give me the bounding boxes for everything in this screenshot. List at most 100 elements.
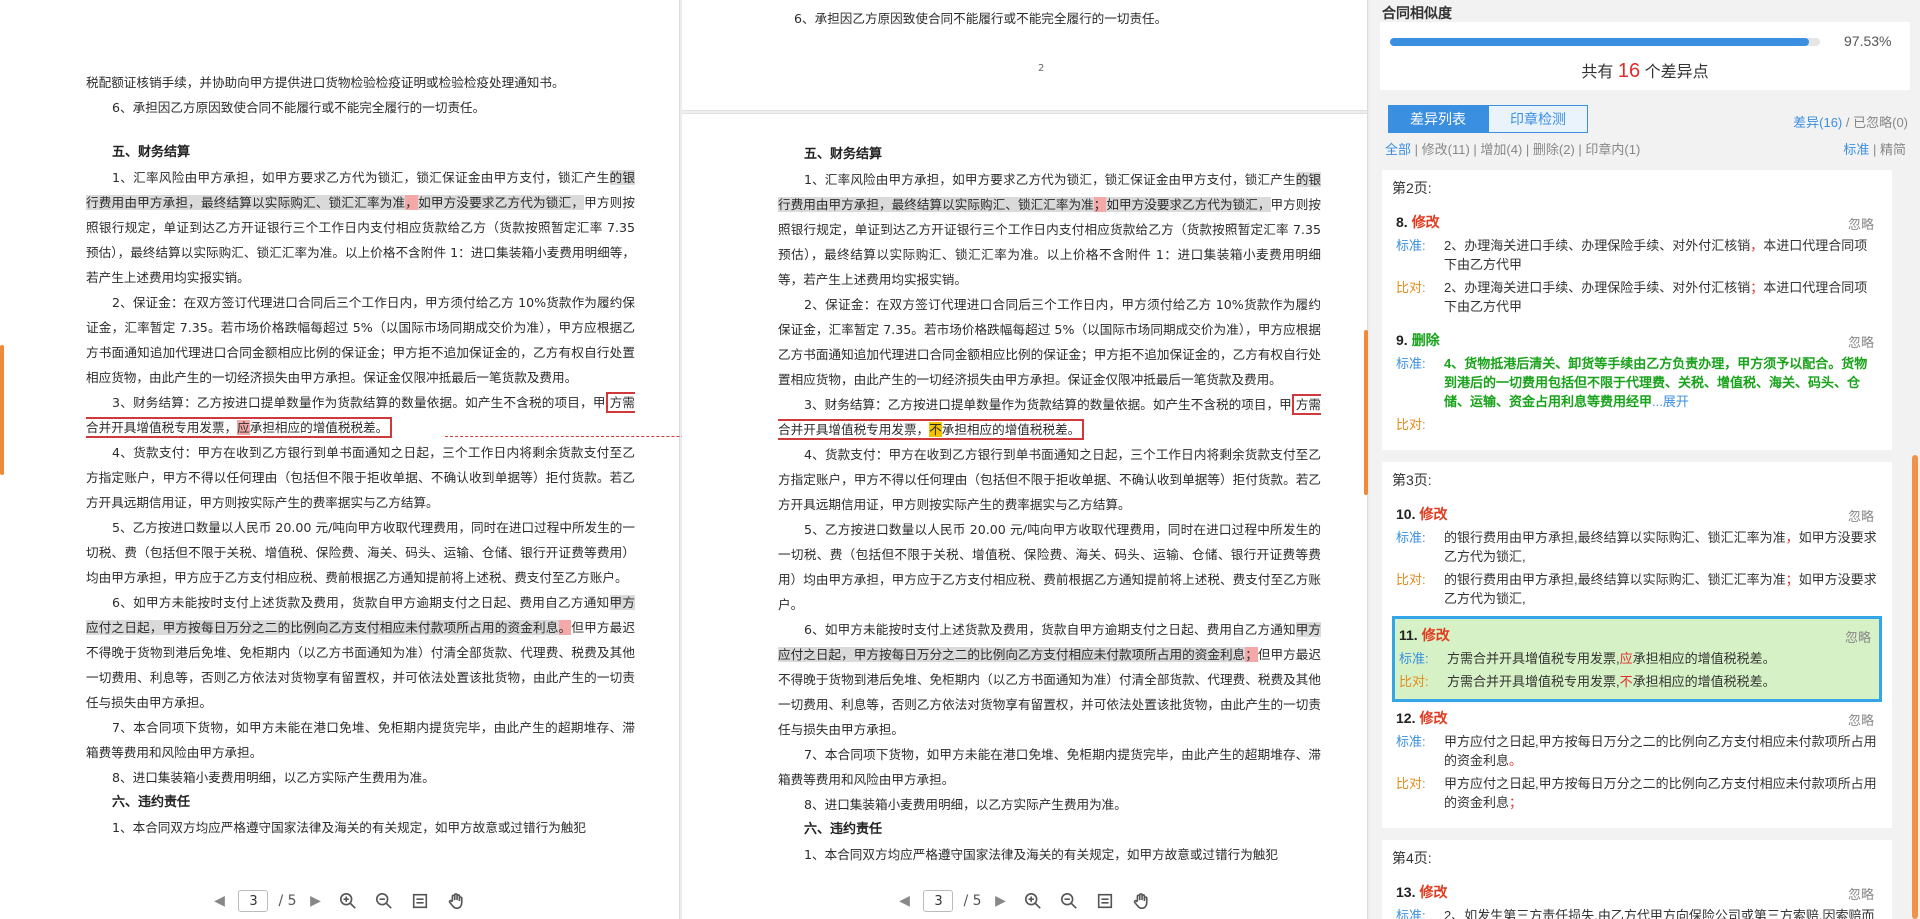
diff-item[interactable]: 12. 修改 忽略 标准: 甲方应付之日起,甲方按每日万分之二的比例向乙方支付相应未… bbox=[1392, 702, 1882, 820]
text: 2、办理海关进口手续、办理保险手续、对外付汇核销 bbox=[1444, 280, 1751, 295]
hand-tool-icon[interactable] bbox=[443, 888, 469, 914]
left-p7: 7、本合同项下货物，如甲方未能在港口免堆、免柜期内提货完毕，由此产生的超期堆存、… bbox=[86, 720, 635, 760]
filter-added[interactable]: 增加(4) bbox=[1480, 142, 1522, 157]
expand-link[interactable]: ...展开 bbox=[1652, 394, 1689, 409]
group-header: 第3页: bbox=[1392, 472, 1432, 488]
ignore-button[interactable]: 忽略 bbox=[1845, 627, 1871, 646]
diff-mark: ； bbox=[1093, 197, 1107, 212]
standard-label: 标准: bbox=[1396, 734, 1426, 749]
diff-item[interactable]: 13. 修改 忽略 标准: 2、如发生第三方责任损失,由乙方代甲方向保险公司或第三方… bbox=[1392, 876, 1882, 919]
compare-label: 比对: bbox=[1396, 572, 1426, 587]
zoom-out-icon[interactable] bbox=[371, 888, 397, 914]
standard-label: 标准: bbox=[1396, 908, 1426, 919]
diff-item[interactable]: 10. 修改 忽略 标准: 的银行费用由甲方承担,最终结算以实际购汇、锁汇汇率为准，… bbox=[1392, 498, 1882, 616]
left-document-viewer[interactable]: 税配额证核销手续，并协助向甲方提供进口货物检验检疫证明或检验检疫处理通知书。 6… bbox=[0, 0, 680, 919]
left-p8: 8、进口集装箱小麦费用明细，以乙方实际产生费用为准。 bbox=[112, 770, 435, 785]
filter-modified[interactable]: 修改(11) bbox=[1422, 142, 1470, 157]
ignore-button[interactable]: 忽略 bbox=[1848, 332, 1874, 351]
filter-all[interactable]: 全部 bbox=[1385, 142, 1411, 157]
left-page-input[interactable] bbox=[238, 890, 269, 912]
diff-count: 共有 16 个差异点 bbox=[1380, 58, 1910, 83]
left-edge-marker bbox=[0, 345, 4, 475]
page-number: 2 bbox=[1038, 63, 1045, 74]
diff-number: 13. bbox=[1396, 884, 1416, 900]
diff-list: 第2页: 8. 修改 忽略 标准: 2、办理海关进口手续、办理保险手续、对外付汇核销… bbox=[1382, 170, 1892, 919]
ignored-count[interactable]: 已忽略(0) bbox=[1853, 115, 1908, 130]
text: 2、办理海关进口手续、办理保险手续、对外付汇核销 bbox=[1444, 238, 1751, 253]
left-section6-title: 六、违约责任 bbox=[112, 795, 191, 810]
prev-page-icon[interactable]: ◀ bbox=[210, 893, 228, 909]
standard-text: 的银行费用由甲方承担,最终结算以实际购汇、锁汇汇率为准，如甲方没要求乙方代为锁汇… bbox=[1444, 528, 1878, 566]
zoom-in-icon[interactable] bbox=[335, 888, 361, 914]
panel-scrollbar[interactable] bbox=[1912, 455, 1918, 919]
filter-in-seal[interactable]: 印章内(1) bbox=[1585, 142, 1640, 157]
document-scrollbar[interactable] bbox=[1364, 330, 1368, 495]
tab-seal-detection[interactable]: 印章检测 bbox=[1488, 105, 1588, 133]
right-line: 6、承担因乙方原因致使合同不能履行或不能完全履行的一切责任。 bbox=[794, 11, 1168, 26]
text: 承担相应的增值税税差。 bbox=[1632, 674, 1776, 689]
hand-tool-icon[interactable] bbox=[1128, 888, 1154, 914]
zoom-in-icon[interactable] bbox=[1020, 888, 1046, 914]
left-page-content: 税配额证核销手续，并协助向甲方提供进口货物检验检疫证明或检验检疫处理通知书。 6… bbox=[0, 70, 679, 840]
diff-group-page4: 第4页: 13. 修改 忽略 标准: 2、如发生第三方责任损失,由乙方代甲方向保险公… bbox=[1382, 840, 1892, 919]
next-page-icon[interactable]: ▶ bbox=[992, 893, 1010, 909]
left-p5: 5、乙方按进口数量以人民币 20.00 元/吨向甲方收取代理费用，同时在进口过程… bbox=[86, 520, 635, 585]
next-page-icon[interactable]: ▶ bbox=[307, 893, 325, 909]
left-tail: 1、本合同双方均应严格遵守国家法律及海关的有关规定，如甲方故意或过错行为触犯 bbox=[112, 820, 586, 835]
diff-type: 删除 bbox=[1411, 332, 1440, 348]
diff-summary-count[interactable]: 差异(16) bbox=[1793, 115, 1842, 130]
diff-char: ； bbox=[1750, 280, 1764, 295]
group-header: 第2页: bbox=[1392, 180, 1432, 196]
tab-diff-list[interactable]: 差异列表 bbox=[1388, 105, 1488, 133]
right-p2: 2、保证金：在双方签订代理进口合同后三个工作日内，甲方须付给乙方 10%货款作为… bbox=[778, 297, 1321, 387]
ignore-button[interactable]: 忽略 bbox=[1848, 884, 1874, 903]
page-break bbox=[682, 110, 1367, 114]
right-section6-title: 六、违约责任 bbox=[804, 822, 883, 837]
right-p5: 5、乙方按进口数量以人民币 20.00 元/吨向甲方收取代理费用，同时在进口过程… bbox=[778, 522, 1321, 612]
diff-type: 修改 bbox=[1411, 214, 1440, 230]
ignore-button[interactable]: 忽略 bbox=[1848, 214, 1874, 233]
fit-page-icon[interactable] bbox=[407, 888, 433, 914]
zoom-out-icon[interactable] bbox=[1056, 888, 1082, 914]
standard-text: 方需合并开具增值税专用发票,应承担相应的增值税税差。 bbox=[1447, 649, 1875, 668]
standard-label: 标准: bbox=[1399, 651, 1429, 666]
diff-item[interactable]: 8. 修改 忽略 标准: 2、办理海关进口手续、办理保险手续、对外付汇核销，本进口代… bbox=[1392, 206, 1882, 324]
text: 6、如甲方未能按时支付上述货款及费用，货款自甲方逾期支付之日起、费用自乙方通知 bbox=[804, 622, 1296, 637]
filter-deleted[interactable]: 删除(2) bbox=[1533, 142, 1575, 157]
diff-type: 修改 bbox=[1421, 627, 1450, 643]
standard-text: 甲方应付之日起,甲方按每日万分之二的比例向乙方支付相应未付款项所占用的资金利息。 bbox=[1444, 732, 1878, 770]
diff-group-page3: 第3页: 10. 修改 忽略 标准: 的银行费用由甲方承担,最终结算以实际购汇、锁汇… bbox=[1382, 462, 1892, 828]
right-page-input[interactable] bbox=[923, 890, 954, 912]
diff-number: 8. bbox=[1396, 214, 1408, 230]
diff-mark: 。 bbox=[558, 620, 572, 635]
compare-label: 比对: bbox=[1396, 776, 1426, 791]
diff-mark: ， bbox=[405, 195, 419, 210]
diff-number: 12. bbox=[1396, 710, 1416, 726]
diff-char: ； bbox=[1509, 795, 1523, 810]
standard-label: 标准: bbox=[1396, 530, 1426, 545]
panel-tabs: 差异列表 印章检测 bbox=[1388, 105, 1588, 133]
mode-compact[interactable]: 精简 bbox=[1880, 142, 1906, 157]
compare-label: 比对: bbox=[1396, 417, 1426, 432]
compare-text bbox=[1444, 415, 1878, 434]
left-p6: 6、如甲方未能按时支付上述货款及费用，货款自甲方逾期支付之日起、费用自乙方通知甲… bbox=[86, 590, 635, 715]
diff-char: ， bbox=[1750, 238, 1764, 253]
standard-text: 2、如发生第三方责任损失,由乙方代甲方向保险公司或第三方索赔,因索赔而发生的所 bbox=[1444, 908, 1875, 919]
fit-page-icon[interactable] bbox=[1092, 888, 1118, 914]
right-p3: 3、财务结算：乙方按进口提单数量作为货款结算的数量依据。如产生不含税的项目，甲方… bbox=[778, 392, 1321, 442]
left-p3: 3、财务结算：乙方按进口提单数量作为货款结算的数量依据。如产生不含税的项目，甲方… bbox=[86, 390, 636, 440]
similarity-bar-fill bbox=[1390, 38, 1810, 46]
text: 如甲方没要求乙方代为锁汇， bbox=[418, 195, 585, 210]
ignore-button[interactable]: 忽略 bbox=[1848, 710, 1874, 729]
text: 6、如甲方未能按时支付上述货款及费用，货款自甲方逾期支付之日起、费用自乙方通知 bbox=[112, 595, 610, 610]
diff-item[interactable]: 9. 删除 忽略 标准: 4、货物抵港后清关、卸货等手续由乙方负责办理，甲方须予以配… bbox=[1392, 324, 1882, 442]
prev-page-icon[interactable]: ◀ bbox=[895, 893, 913, 909]
group-header: 第4页: bbox=[1392, 850, 1432, 866]
diff-number: 10. bbox=[1396, 506, 1416, 522]
compare-text: 方需合并开具增值税专用发票,不承担相应的增值税税差。 bbox=[1447, 672, 1875, 691]
right-document-viewer[interactable]: 6、承担因乙方原因致使合同不能履行或不能完全履行的一切责任。 2 五、财务结算 … bbox=[682, 0, 1368, 919]
mode-standard[interactable]: 标准 bbox=[1843, 142, 1869, 157]
right-p7: 7、本合同项下货物，如甲方未能在港口免堆、免柜期内提货完毕，由此产生的超期堆存、… bbox=[778, 747, 1321, 787]
diff-item-selected[interactable]: 11. 修改 忽略 标准: 方需合并开具增值税专用发票,应承担相应的增值税税差。 比… bbox=[1392, 616, 1882, 702]
ignore-button[interactable]: 忽略 bbox=[1848, 506, 1874, 525]
